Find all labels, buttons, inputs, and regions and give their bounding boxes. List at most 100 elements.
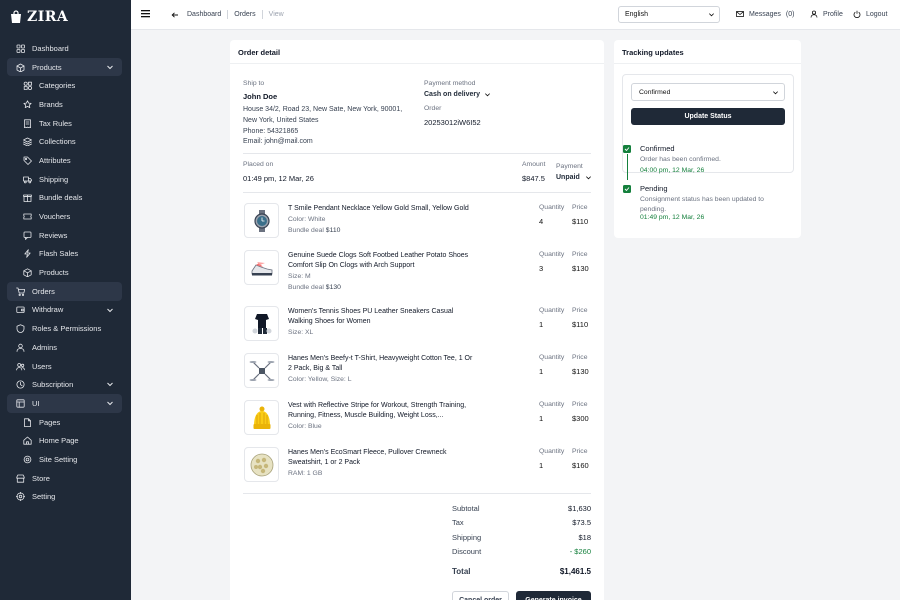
store-icon (15, 473, 25, 483)
outfit-icon (252, 313, 271, 334)
breadcrumb-orders[interactable]: Orders (234, 11, 255, 18)
sidebar-item-orders[interactable]: Orders (7, 281, 122, 301)
topbar: Dashboard Orders View English Messages (… (131, 0, 900, 30)
status-select[interactable]: Confirmed (631, 83, 785, 101)
sidebar-item-label: Subscription (32, 380, 74, 390)
payment-method-dropdown[interactable]: Cash on delivery (424, 91, 491, 98)
product-thumbnail[interactable] (244, 203, 279, 238)
quantity-label: Quantity (539, 204, 565, 211)
sidebar-item-label: Roles & Permissions (32, 324, 102, 334)
users-icon (15, 361, 25, 371)
bundle-deal: Bundle deal $130 (288, 284, 341, 291)
sidebar-item-tax-rules[interactable]: Tax Rules (7, 114, 122, 133)
breadcrumb: Dashboard Orders View (171, 10, 284, 19)
product-name[interactable]: Vest with Reflective Stripe for Workout,… (288, 401, 488, 421)
sidebar-item-attributes[interactable]: Attributes (7, 151, 122, 170)
summary-discount: Discount - $260 (452, 547, 591, 556)
sidebar-item-label: Users (32, 361, 52, 371)
sidebar-item-store[interactable]: Store (7, 469, 122, 488)
order-item: Women's Tennis Shoes PU Leather Sneakers… (243, 306, 591, 348)
cancel-order-button[interactable]: Cancel order (452, 591, 509, 600)
timeline-connector (626, 154, 628, 180)
profile-label: Profile (823, 10, 843, 18)
quantity-label: Quantity (539, 401, 565, 408)
product-name[interactable]: Hanes Men's Beefy-t T-Shirt, Heavyweight… (288, 354, 488, 374)
bundle-deal-price: $130 (325, 284, 341, 291)
event-description-line: pending. (640, 205, 667, 213)
sidebar-item-categories[interactable]: Categories (7, 76, 122, 95)
layers-icon (22, 137, 32, 147)
product-thumbnail[interactable] (244, 306, 279, 341)
breadcrumb-view: View (268, 11, 284, 18)
product-name-line: Genuine Suede Clogs Soft Footbed Leather… (288, 252, 469, 259)
language-select[interactable]: English (618, 6, 720, 23)
product-name[interactable]: Hanes Men's EcoSmart Fleece, Pullover Cr… (288, 448, 488, 468)
product-thumbnail[interactable] (244, 400, 279, 435)
product-name[interactable]: Genuine Suede Clogs Soft Footbed Leather… (288, 251, 488, 271)
product-name-line: 2 Pack, Big & Tall (288, 365, 343, 372)
menu-icon[interactable] (141, 9, 150, 18)
snack-icon (250, 453, 273, 476)
sidebar-item-collections[interactable]: Collections (7, 132, 122, 151)
divider (243, 493, 591, 494)
user-shield-icon (15, 342, 25, 352)
check-icon (623, 185, 631, 193)
product-thumbnail[interactable] (244, 353, 279, 388)
product-name-line: Sweatshirt, 1 or 2 Pack (288, 459, 360, 466)
payment-status-dropdown[interactable]: Unpaid (556, 174, 592, 181)
generate-invoice-button[interactable]: Generate invoice (516, 591, 591, 600)
flash-icon (22, 249, 32, 259)
product-name[interactable]: Women's Tennis Shoes PU Leather Sneakers… (288, 307, 488, 327)
sidebar-item-label: Site Setting (39, 454, 78, 464)
subtotal-value: $1,630 (568, 504, 591, 513)
mail-icon (736, 11, 744, 17)
messages-link[interactable]: Messages (0) (736, 10, 794, 18)
sidebar-item-home-page[interactable]: Home Page (7, 431, 122, 450)
shipping-label: Shipping (452, 533, 482, 542)
sidebar-item-label: Bundle deals (39, 193, 83, 203)
sidebar-item-brands[interactable]: Brands (7, 95, 122, 114)
sidebar-item-roles-permissions[interactable]: Roles & Permissions (7, 319, 122, 338)
divider (243, 153, 591, 154)
sidebar-item-users[interactable]: Users (7, 357, 122, 376)
sidebar-item-label: Setting (32, 492, 56, 502)
watch-icon (253, 209, 270, 232)
product-thumbnail[interactable] (244, 250, 279, 285)
sidebar-item-bundle-deals[interactable]: Bundle deals (7, 189, 122, 208)
product-thumbnail[interactable] (244, 447, 279, 482)
sidebar-item-label: Shipping (39, 174, 69, 184)
sidebar-item-pages[interactable]: Pages (7, 413, 122, 432)
breadcrumb-separator (227, 10, 229, 19)
product-name[interactable]: T Smile Pendant Necklace Yellow Gold Sma… (288, 204, 488, 214)
brand[interactable]: ZIRA (0, 0, 131, 34)
grid-icon (15, 43, 25, 53)
card-title: Order detail (230, 40, 604, 64)
update-status-button[interactable]: Update Status (631, 108, 785, 125)
sidebar-item-withdraw[interactable]: Withdraw (7, 301, 122, 320)
tax-label: Tax (452, 518, 464, 527)
sidebar-item-flash-sales[interactable]: Flash Sales (7, 245, 122, 264)
breadcrumb-dashboard[interactable]: Dashboard (187, 11, 221, 18)
sidebar-item-setting[interactable]: Setting (7, 488, 122, 507)
payment-status-value: Unpaid (556, 174, 580, 181)
sidebar-item-shipping[interactable]: Shipping (7, 170, 122, 189)
sidebar-item-dashboard[interactable]: Dashboard (7, 39, 122, 58)
sidebar-item-admins[interactable]: Admins (7, 338, 122, 357)
sidebar-item-subscription[interactable]: Subscription (7, 375, 122, 394)
bundle-deal-label: Bundle deal (288, 284, 324, 291)
sidebar-item-site-setting[interactable]: Site Setting (7, 450, 122, 469)
sidebar-item-vouchers[interactable]: Vouchers (7, 207, 122, 226)
receipt-icon (22, 118, 32, 128)
sidebar-item-ui[interactable]: UI (7, 394, 122, 413)
logout-link[interactable]: Logout (853, 10, 887, 18)
sidebar-item-label: Reviews (39, 230, 68, 240)
arrow-left-icon[interactable] (171, 11, 179, 19)
profile-link[interactable]: Profile (810, 10, 843, 18)
sidebar: ZIRA Dashboard Products Categories Brands Ta… (0, 0, 131, 600)
sidebar-item-products[interactable]: Products (7, 263, 122, 282)
payment-method-label: Payment method (424, 80, 476, 87)
bundle-deal-price: $110 (325, 227, 341, 234)
sidebar-item-products[interactable]: Products (7, 57, 122, 77)
star-icon (22, 99, 32, 109)
sidebar-item-reviews[interactable]: Reviews (7, 226, 122, 245)
